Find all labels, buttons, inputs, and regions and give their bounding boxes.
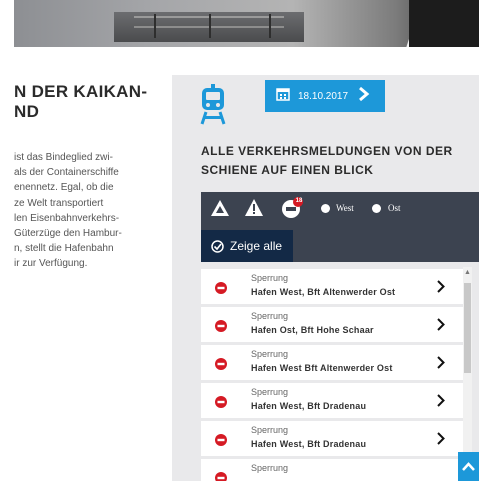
article-title: N DER KAIKAN- ND [14,82,174,122]
warning-icon[interactable] [244,198,264,222]
scrollbar-thumb[interactable] [464,283,471,373]
list-item[interactable]: Sperrung Hafen West Bft Altenwerder Ost [201,345,463,380]
train-icon [200,84,226,131]
message-location: Hafen West, Bft Altenwerder Ost [251,287,396,297]
back-to-top-button[interactable] [458,452,479,481]
message-location: Hafen West, Bft Dradenau [251,401,367,411]
message-location: Hafen Ost, Bft Hohe Schaar [251,325,374,335]
badge-count: 18 [295,198,303,204]
warning-triangle-icon[interactable] [210,199,230,222]
message-type: Sperrung [251,273,289,283]
list-item[interactable]: Sperrung Hafen Ost, Bft Hohe Schaar [201,307,463,342]
radio-west-label: West [336,203,354,213]
message-type: Sperrung [251,349,289,359]
panel-heading: ALLE VERKEHRSMELDUNGEN VON DER SCHIENE A… [201,142,461,180]
show-all-button[interactable]: Zeige alle [201,230,293,262]
message-type: Sperrung [251,387,289,397]
no-entry-icon [215,433,227,451]
arrow-right-icon[interactable] [437,280,445,298]
message-location: Hafen West Bft Altenwerder Ost [251,363,393,373]
article-title-line: N DER KAIKAN- [14,82,148,101]
article-body-line: ir zur Verfügung. [14,258,88,270]
article-body-line: enennetz. Egal, ob die [14,182,114,194]
message-type: Sperrung [251,463,289,473]
arrow-right-icon[interactable] [437,432,445,450]
no-entry-icon [215,395,227,413]
article-body-line: ze Welt transportiert [14,197,104,209]
date-picker[interactable]: 18.10.2017 [265,80,385,112]
article-title-line: ND [14,102,40,121]
article-body-line: Güterzüge den Hambur- [14,228,122,240]
message-location: Hafen West, Bft Dradenau [251,439,367,449]
arrow-up-icon [462,458,475,476]
panel-heading-line: ALLE VERKEHRSMELDUNGEN VON DER [201,144,453,158]
scroll-up-icon[interactable]: ▲ [463,269,472,276]
calendar-icon [276,87,290,106]
no-entry-icon [215,281,227,299]
article-body-line: len Eisenbahnverkehrs- [14,212,120,224]
arrow-right-icon[interactable] [437,318,445,336]
no-entry-icon [215,471,227,481]
list-item[interactable]: Sperrung [201,459,463,481]
article-body-line: ist das Bindeglied zwi- [14,152,113,163]
radio-ost-label: Ost [388,203,401,213]
hero-image [14,0,479,47]
date-value: 18.10.2017 [298,90,349,102]
article-body-line: n, stellt die Hafenbahn [14,243,114,255]
show-all-label: Zeige alle [230,239,283,253]
radio-west[interactable] [321,204,330,213]
message-type: Sperrung [251,311,289,321]
no-entry-icon [215,357,227,375]
arrow-right-icon[interactable] [437,394,445,412]
message-type: Sperrung [251,425,289,435]
radio-ost[interactable] [372,204,381,213]
panel-heading-line: SCHIENE AUF EINEN BLICK [201,163,374,177]
chevron-right-icon[interactable] [358,86,370,107]
list-item[interactable]: Sperrung Hafen West, Bft Altenwerder Ost [201,269,463,304]
article-body: ist das Bindeglied zwi- als der Containe… [14,150,174,272]
arrow-right-icon[interactable] [437,356,445,374]
check-circle-icon [211,239,224,253]
article-body-line: als der Containerschiffe [14,167,119,179]
list-item[interactable]: Sperrung Hafen West, Bft Dradenau [201,421,463,456]
no-entry-icon [215,319,227,337]
list-item[interactable]: Sperrung Hafen West, Bft Dradenau [201,383,463,418]
message-list: Sperrung Hafen West, Bft Altenwerder Ost… [201,267,463,481]
